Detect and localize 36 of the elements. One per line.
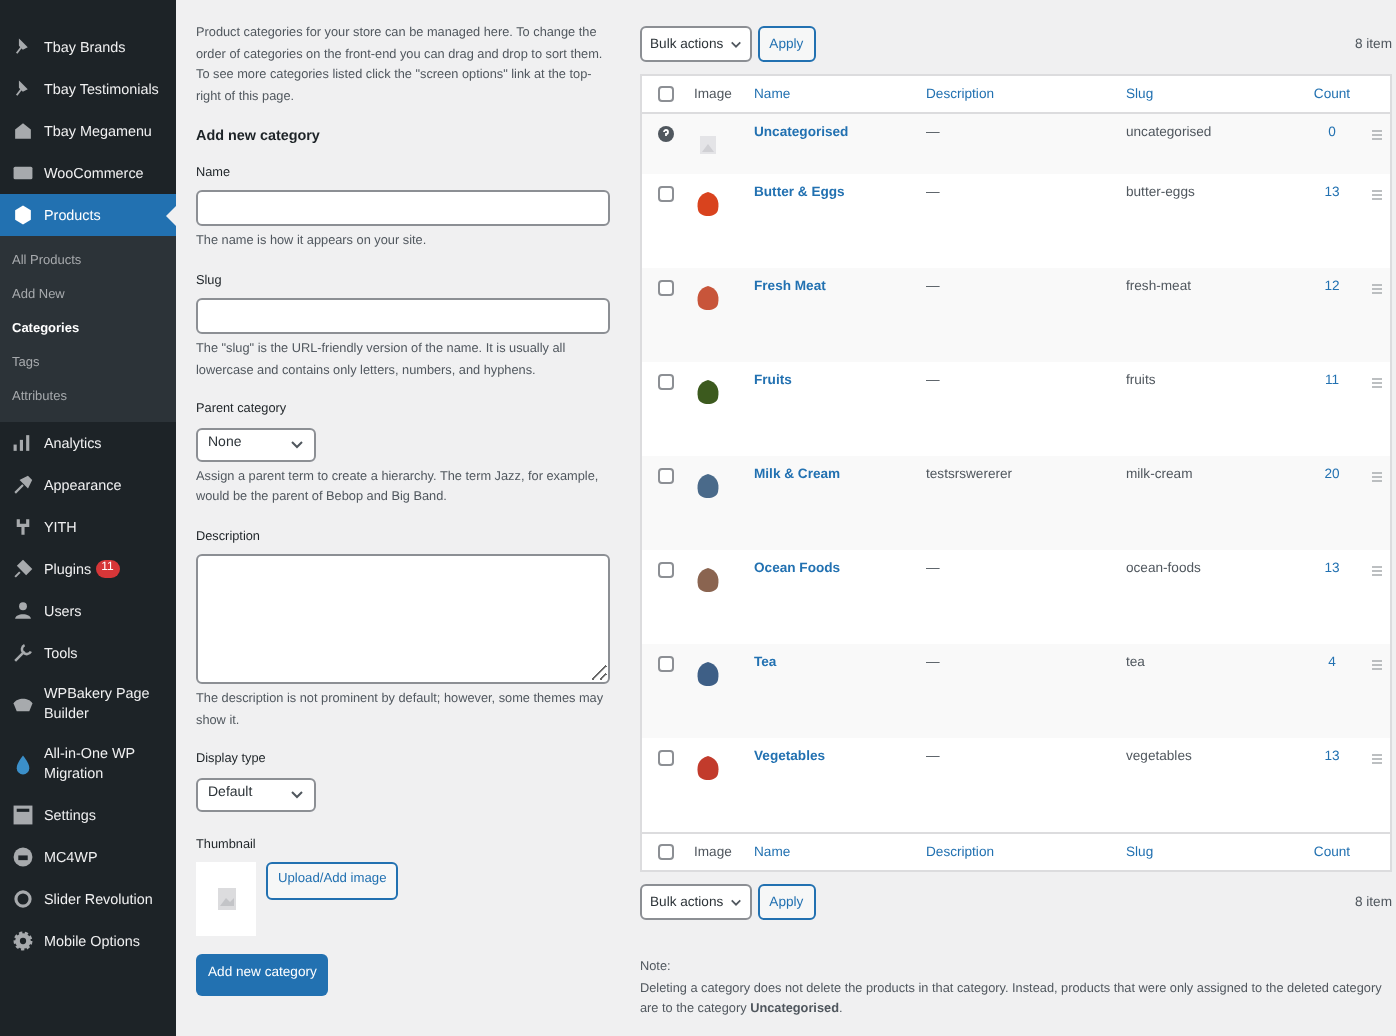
drag-handle-icon[interactable]	[1371, 754, 1381, 764]
row-checkbox[interactable]	[658, 374, 674, 390]
bar-chart-icon	[12, 432, 34, 454]
drop-icon	[12, 753, 34, 775]
chevron-down-icon	[729, 897, 742, 907]
row-checkbox[interactable]	[658, 468, 674, 484]
drag-handle-icon[interactable]	[1371, 130, 1381, 140]
drag-handle-icon[interactable]	[1371, 378, 1381, 388]
brush-icon	[12, 474, 34, 496]
help-icon[interactable]	[658, 126, 674, 142]
user-icon	[12, 600, 34, 622]
row-checkbox[interactable]	[658, 280, 674, 296]
select-all-checkbox[interactable]	[658, 844, 674, 860]
gear-icon	[12, 930, 34, 952]
drag-handle-icon[interactable]	[1371, 566, 1381, 576]
select-all-checkbox[interactable]	[658, 86, 674, 102]
drag-handle-icon[interactable]	[1371, 660, 1381, 670]
drag-handle-icon[interactable]	[1371, 190, 1381, 200]
drag-handle-icon[interactable]	[1371, 284, 1381, 294]
row-checkbox[interactable]	[658, 562, 674, 578]
wrench-icon	[12, 642, 34, 664]
text-input[interactable]	[196, 298, 610, 334]
chevron-down-icon	[290, 439, 304, 449]
chevron-down-icon	[290, 789, 304, 799]
row-checkbox[interactable]	[658, 656, 674, 672]
house-icon	[12, 120, 34, 142]
image-placeholder-icon	[217, 888, 235, 910]
drag-handle-icon[interactable]	[1371, 472, 1381, 482]
plug-icon	[12, 558, 34, 580]
row-checkbox[interactable]	[658, 750, 674, 766]
row-checkbox[interactable]	[658, 186, 674, 202]
text-input[interactable]	[196, 190, 610, 226]
ring-icon	[12, 888, 34, 910]
description-textarea[interactable]	[196, 554, 610, 684]
box-icon	[12, 204, 34, 226]
chevron-down-icon	[729, 39, 742, 49]
